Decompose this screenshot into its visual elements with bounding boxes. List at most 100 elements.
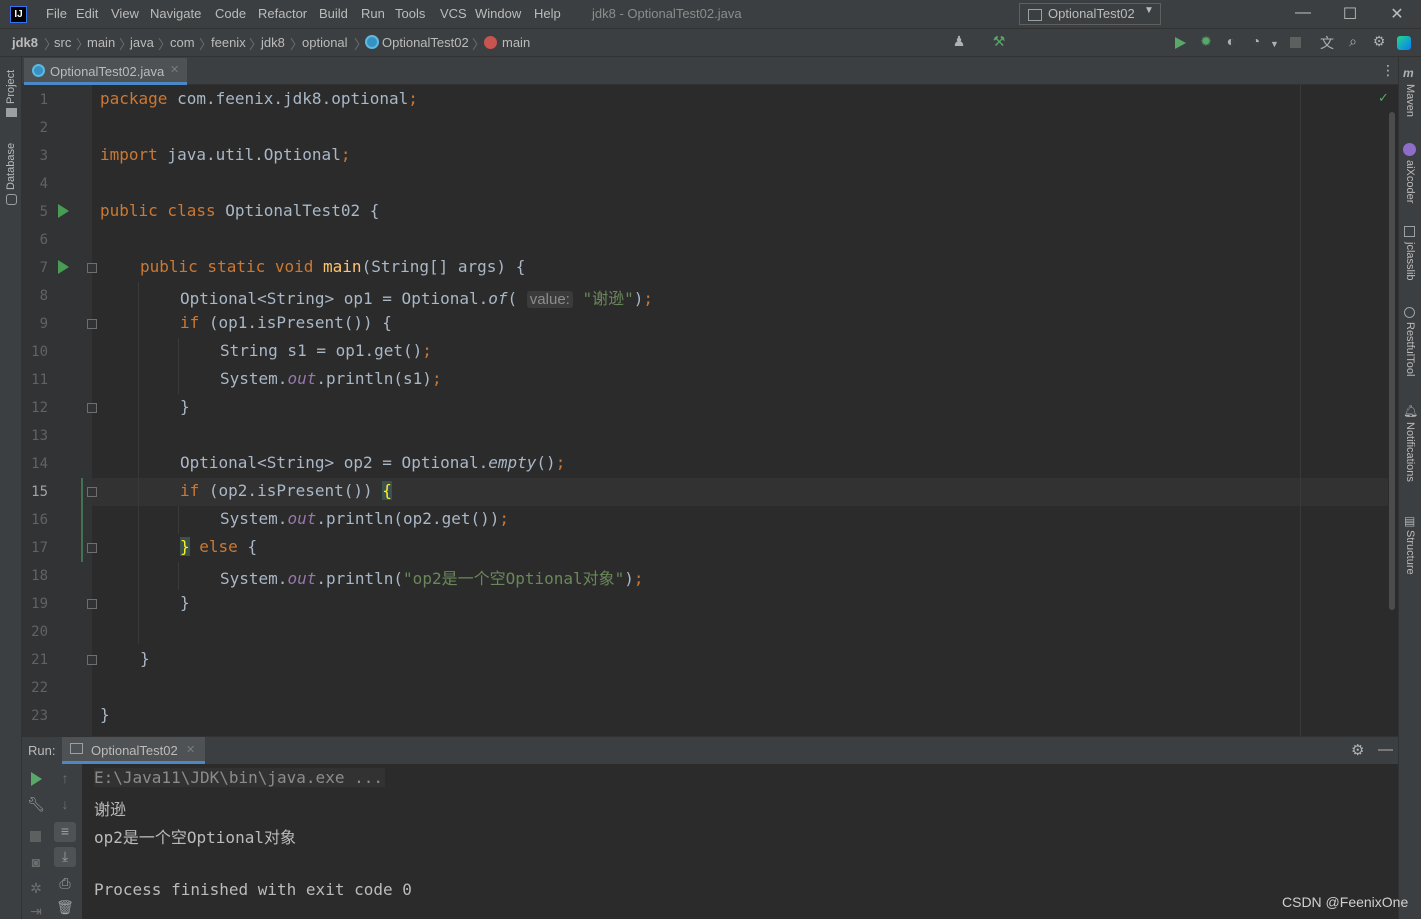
menu-edit[interactable]: Edit xyxy=(76,6,98,21)
fold-marker-icon[interactable] xyxy=(87,655,97,665)
stop-icon[interactable] xyxy=(1290,37,1301,48)
menu-code[interactable]: Code xyxy=(215,6,246,21)
build-hammer-icon[interactable]: ⚒ xyxy=(990,33,1008,50)
close-window-button[interactable]: ✕ xyxy=(1387,4,1407,24)
breadcrumb-java[interactable]: java xyxy=(130,35,154,50)
database-tool-button[interactable]: Database xyxy=(5,143,17,190)
breadcrumb-src[interactable]: src xyxy=(54,35,71,50)
close-tab-icon[interactable]: ✕ xyxy=(186,743,195,756)
menu-window[interactable]: Window xyxy=(475,6,521,21)
menu-tools[interactable]: Tools xyxy=(395,6,425,21)
breadcrumb-feenix[interactable]: feenix xyxy=(211,35,246,50)
maximize-button[interactable]: ☐ xyxy=(1340,4,1360,24)
aixcoder-tool-button[interactable]: aiXcoder xyxy=(1404,160,1416,203)
breadcrumb-project[interactable]: jdk8 xyxy=(12,35,38,50)
run-config-icon xyxy=(70,743,83,754)
right-margin-guide xyxy=(1300,85,1301,736)
line-number: 6 xyxy=(39,232,48,248)
code-line-1: package com.feenix.jdk8.optional; xyxy=(100,89,418,108)
database-icon[interactable] xyxy=(6,194,17,205)
run-configuration-select[interactable]: OptionalTest02 ▼ xyxy=(1019,3,1161,25)
project-tool-button[interactable]: Project xyxy=(5,70,17,104)
tab-optionaltest02[interactable]: OptionalTest02.java ✕ xyxy=(24,58,187,85)
menu-view[interactable]: View xyxy=(111,6,139,21)
jclasslib-tool-button[interactable]: jclasslib xyxy=(1404,242,1416,281)
minimize-button[interactable]: — xyxy=(1293,4,1313,22)
fold-marker-icon[interactable] xyxy=(87,403,97,413)
print-icon[interactable]: ⎙ xyxy=(55,875,75,892)
close-tab-icon[interactable]: ✕ xyxy=(170,63,179,76)
more-vertical-icon[interactable]: ⋮ xyxy=(1381,62,1395,79)
bell-icon[interactable]: 🔔︎ xyxy=(1403,404,1418,418)
settings-gear-icon[interactable]: ⚙ xyxy=(1370,33,1388,50)
fold-marker-icon[interactable] xyxy=(87,543,97,553)
folder-icon[interactable] xyxy=(6,108,17,117)
restful-globe-icon[interactable] xyxy=(1404,307,1415,318)
restfultool-tool-button[interactable]: RestfulTool xyxy=(1404,322,1416,376)
fold-marker-icon[interactable] xyxy=(87,487,97,497)
breadcrumb-method[interactable]: main xyxy=(502,35,530,50)
bug-settings-icon[interactable]: ✲ xyxy=(26,880,46,897)
translate-icon[interactable]: 文 xyxy=(1318,33,1336,53)
settings-gear-icon[interactable]: ⚙ xyxy=(1351,741,1364,759)
tab-label: OptionalTest02.java xyxy=(50,64,165,79)
menu-navigate[interactable]: Navigate xyxy=(150,6,201,21)
run-panel-header xyxy=(22,736,1398,764)
maven-icon[interactable]: m xyxy=(1403,66,1414,80)
java-class-icon xyxy=(365,35,379,49)
trash-icon[interactable]: 🗑︎ xyxy=(55,899,75,916)
code-line-7: public static void main(String[] args) { xyxy=(140,257,526,276)
jclasslib-icon[interactable] xyxy=(1404,226,1415,237)
code-line-14: Optional<String> op2 = Optional.empty(); xyxy=(180,453,566,472)
debug-icon[interactable]: ✹ xyxy=(1197,33,1215,50)
exit-icon[interactable]: ⇥ xyxy=(26,903,46,919)
code-editor[interactable] xyxy=(22,85,1398,736)
camera-icon[interactable]: ◙ xyxy=(26,854,46,870)
editor-scrollbar[interactable] xyxy=(1389,112,1395,610)
menu-vcs[interactable]: VCS xyxy=(440,6,467,21)
breadcrumb-class[interactable]: OptionalTest02 xyxy=(382,35,469,50)
aixcoder-icon[interactable] xyxy=(1403,143,1416,156)
menu-run[interactable]: Run xyxy=(361,6,385,21)
chevron-down-icon[interactable]: ▼ xyxy=(1270,39,1279,49)
soft-wrap-icon: ≡ xyxy=(60,823,70,839)
menu-help[interactable]: Help xyxy=(534,6,561,21)
stop-icon[interactable] xyxy=(30,831,41,842)
console-command-line[interactable]: E:\Java11\JDK\bin\java.exe ... xyxy=(94,768,385,787)
wrench-icon[interactable]: 🔧︎ xyxy=(26,796,46,813)
coverage-icon[interactable]: ◐ xyxy=(1222,33,1240,49)
line-number: 3 xyxy=(39,148,48,164)
user-icon[interactable]: ♟ xyxy=(950,33,968,50)
notifications-tool-button[interactable]: Notifications xyxy=(1404,422,1416,482)
indent-guide xyxy=(178,338,179,394)
breadcrumb-com[interactable]: com xyxy=(170,35,195,50)
chevron-right-icon: 〉 xyxy=(472,37,486,52)
fold-marker-icon[interactable] xyxy=(87,319,97,329)
breadcrumb-jdk8[interactable]: jdk8 xyxy=(261,35,285,50)
menu-file[interactable]: File xyxy=(46,6,67,21)
profile-icon[interactable]: ◔ xyxy=(1247,33,1265,49)
run-class-gutter-icon[interactable] xyxy=(58,204,69,218)
fold-marker-icon[interactable] xyxy=(87,599,97,609)
run-tab-optionaltest02[interactable]: OptionalTest02 ✕ xyxy=(62,737,205,764)
search-icon[interactable]: ⌕ xyxy=(1344,33,1362,50)
structure-tool-button[interactable]: Structure xyxy=(1404,530,1416,575)
code-line-19: } xyxy=(180,593,190,612)
line-number: 7 xyxy=(39,260,48,276)
menu-refactor[interactable]: Refactor xyxy=(258,6,307,21)
arrow-up-icon[interactable]: ↑ xyxy=(55,770,75,786)
hide-panel-icon[interactable]: — xyxy=(1378,741,1393,758)
menu-build[interactable]: Build xyxy=(319,6,348,21)
structure-icon[interactable]: ▤ xyxy=(1404,514,1415,528)
breadcrumb-main[interactable]: main xyxy=(87,35,115,50)
line-number: 4 xyxy=(39,176,48,192)
breadcrumb-optional[interactable]: optional xyxy=(302,35,348,50)
maven-tool-button[interactable]: Maven xyxy=(1404,84,1416,117)
run-icon[interactable] xyxy=(1175,37,1186,49)
toolbox-icon[interactable] xyxy=(1397,36,1411,50)
rerun-icon[interactable] xyxy=(31,772,42,786)
arrow-down-icon[interactable]: ↓ xyxy=(55,796,75,812)
fold-marker-icon[interactable] xyxy=(87,263,97,273)
run-main-gutter-icon[interactable] xyxy=(58,260,69,274)
parameter-hint: value: xyxy=(526,291,573,308)
